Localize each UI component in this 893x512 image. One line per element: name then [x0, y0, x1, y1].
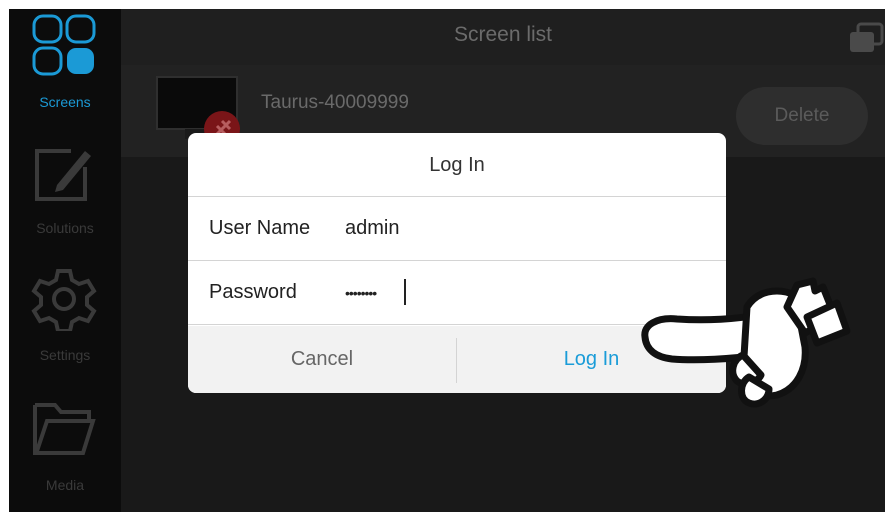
- app-screen: Screens Solutions Settings Media Screen …: [9, 9, 885, 512]
- screens-grid-icon: [31, 13, 97, 82]
- sidebar-item-label: Solutions: [36, 220, 94, 236]
- sidebar: Screens Solutions Settings Media: [9, 9, 121, 512]
- screen-name: Taurus-40009999: [261, 92, 409, 113]
- password-label: Password: [209, 281, 297, 303]
- sidebar-item-screens[interactable]: Screens: [9, 9, 121, 127]
- pointing-hand-icon: [637, 277, 852, 427]
- folder-icon: [31, 399, 97, 464]
- dialog-title: Log In: [188, 133, 726, 197]
- username-label: User Name: [209, 217, 311, 239]
- username-input[interactable]: admin: [345, 217, 399, 240]
- delete-button[interactable]: Delete: [736, 87, 868, 145]
- sidebar-item-settings[interactable]: Settings: [9, 259, 121, 377]
- gear-icon: [31, 267, 97, 336]
- sidebar-item-label: Screens: [39, 94, 91, 110]
- username-field[interactable]: User Name admin: [188, 197, 726, 261]
- sidebar-item-label: Media: [45, 477, 85, 493]
- sidebar-item-media[interactable]: Media: [9, 389, 121, 507]
- password-input[interactable]: ••••••••: [345, 285, 377, 301]
- header-bar: Screen list: [121, 9, 885, 65]
- text-caret: [404, 279, 406, 305]
- cancel-button[interactable]: Cancel: [188, 326, 456, 393]
- page-title: Screen list: [453, 23, 553, 46]
- sidebar-item-label: Settings: [39, 347, 91, 363]
- sidebar-item-solutions[interactable]: Solutions: [9, 131, 121, 249]
- window-switch-icon[interactable]: [848, 22, 884, 59]
- edit-pencil-icon: [31, 141, 97, 208]
